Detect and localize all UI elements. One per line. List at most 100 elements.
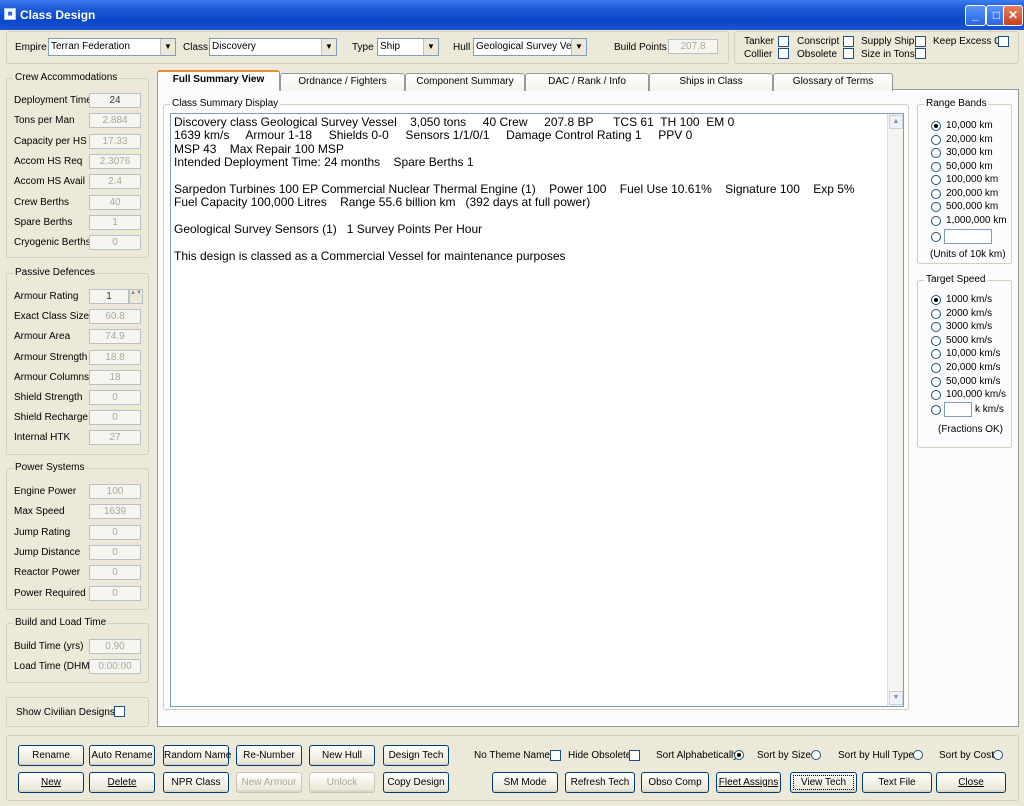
speed-custom-suffix: k km/s bbox=[975, 404, 1004, 415]
scroll-down-icon[interactable]: ▼ bbox=[889, 691, 903, 705]
speed-custom-radio[interactable] bbox=[931, 405, 941, 415]
tab-dac-rank-info[interactable]: DAC / Rank / Info bbox=[525, 73, 649, 91]
summary-line: 1639 km/s Armour 1-18 Shields 0-0 Sensor… bbox=[174, 128, 693, 143]
re-number-button[interactable]: Re-Number bbox=[236, 745, 302, 766]
field-deployment-time[interactable]: 24 bbox=[89, 93, 141, 108]
random-name-button[interactable]: Random Name bbox=[163, 745, 231, 766]
summary-line: Sarpedon Turbines 100 EP Commercial Nucl… bbox=[174, 181, 855, 196]
minimize-button[interactable]: _ bbox=[965, 5, 986, 26]
hide-obsolete-checkbox[interactable] bbox=[629, 750, 640, 761]
field-label-shield-recharge: Shield Recharge bbox=[14, 412, 88, 424]
speed-radio-50-000-km-s[interactable] bbox=[931, 376, 941, 387]
field-cryogenic-berths: 0 bbox=[89, 235, 141, 251]
range-radio-100-000-km[interactable] bbox=[931, 175, 941, 185]
field-label-accom-hs-req: Accom HS Req bbox=[14, 155, 83, 167]
show-civilian-checkbox[interactable] bbox=[114, 706, 125, 717]
rename-button[interactable]: Rename bbox=[18, 745, 84, 766]
speed-radio-20-000-km-s[interactable] bbox=[931, 363, 941, 373]
refresh-tech-button[interactable]: Refresh Tech bbox=[565, 772, 635, 793]
range-option-label: 20,000 km bbox=[946, 133, 993, 145]
empire-label: Empire bbox=[15, 42, 47, 53]
field-spare-berths: 1 bbox=[89, 214, 141, 230]
tanker-checkbox[interactable] bbox=[778, 36, 789, 47]
power-group-title: Power Systems bbox=[13, 462, 87, 473]
speed-custom-input[interactable] bbox=[944, 402, 972, 417]
summary-scrollbar[interactable]: ▲ ▼ bbox=[887, 114, 903, 706]
no-theme-name-checkbox[interactable] bbox=[550, 750, 561, 761]
tab-component-summary[interactable]: Component Summary bbox=[405, 73, 525, 91]
field-shield-recharge: 0 bbox=[89, 410, 141, 426]
summary-line bbox=[174, 170, 900, 183]
hull-select[interactable]: Geological Survey Vess ▼ bbox=[473, 38, 587, 56]
range-radio-50-000-km[interactable] bbox=[931, 161, 941, 172]
range-custom-input[interactable] bbox=[944, 229, 992, 244]
obsolete-checkbox[interactable] bbox=[843, 48, 854, 59]
field-power-required: 0 bbox=[89, 585, 141, 601]
armour-spinner-icon[interactable]: ▲▼ bbox=[129, 289, 143, 304]
range-custom-radio[interactable] bbox=[931, 232, 941, 242]
class-summary-text[interactable]: Discovery class Geological Survey Vessel… bbox=[170, 113, 904, 707]
tab-glossary-of-terms[interactable]: Glossary of Terms bbox=[773, 73, 893, 91]
speed-option-label: 2000 km/s bbox=[946, 307, 993, 319]
tab-ordnance-fighters[interactable]: Ordnance / Fighters bbox=[280, 73, 405, 91]
speed-radio-5000-km-s[interactable] bbox=[931, 335, 941, 346]
summary-line: Geological Survey Sensors (1) 1 Survey P… bbox=[174, 222, 483, 237]
range-radio-20-000-km[interactable] bbox=[931, 134, 941, 145]
sm-mode-button[interactable]: SM Mode bbox=[492, 772, 558, 793]
range-units-note: (Units of 10k km) bbox=[930, 249, 1006, 260]
field-label-armour-columns: Armour Columns bbox=[14, 371, 90, 383]
speed-radio-2000-km-s[interactable] bbox=[931, 308, 941, 319]
sort-by-cost-radio[interactable] bbox=[993, 750, 1003, 760]
tab-ships-in-class[interactable]: Ships in Class bbox=[649, 73, 773, 91]
range-option-label: 1,000,000 km bbox=[946, 214, 1007, 226]
field-label-armour-area: Armour Area bbox=[14, 331, 71, 343]
range-radio-200-000-km[interactable] bbox=[931, 188, 941, 199]
tab-full-summary-view[interactable]: Full Summary View bbox=[157, 70, 280, 91]
range-radio-30-000-km[interactable] bbox=[931, 148, 941, 158]
field-label-crew-berths: Crew Berths bbox=[14, 196, 70, 208]
sort-by-size-radio[interactable] bbox=[811, 750, 821, 760]
sort-alphabetically-radio[interactable] bbox=[734, 750, 744, 760]
speed-radio-1000-km-s[interactable] bbox=[931, 295, 941, 305]
view-tech-button[interactable]: View Tech bbox=[790, 772, 857, 793]
class-select[interactable]: Discovery ▼ bbox=[209, 38, 337, 56]
npr-class-button[interactable]: NPR Class bbox=[163, 772, 229, 793]
build-points-field: 207.8 bbox=[668, 39, 718, 54]
new-hull-button[interactable]: New Hull bbox=[309, 745, 375, 766]
copy-design-button[interactable]: Copy Design bbox=[383, 772, 449, 793]
empire-select[interactable]: Terran Federation ▼ bbox=[48, 38, 176, 56]
fleet-assigns-button[interactable]: Fleet Assigns bbox=[716, 772, 781, 793]
size-in-tons-checkbox[interactable] bbox=[915, 48, 926, 59]
design-tech-button[interactable]: Design Tech bbox=[383, 745, 449, 766]
field-label-armour-strength: Armour Strength bbox=[14, 351, 88, 363]
keep-excess-q-checkbox[interactable] bbox=[998, 36, 1009, 47]
new-button[interactable]: New bbox=[18, 772, 84, 793]
summary-line: This design is classed as a Commercial V… bbox=[174, 248, 566, 263]
type-select[interactable]: Ship ▼ bbox=[377, 38, 439, 56]
field-label-internal-htk: Internal HTK bbox=[14, 432, 71, 444]
auto-rename-button[interactable]: Auto Rename bbox=[89, 745, 155, 766]
conscript-checkbox[interactable] bbox=[843, 36, 854, 47]
close-button[interactable]: Close bbox=[936, 772, 1006, 793]
option-label-no-theme-name: No Theme Name bbox=[474, 750, 550, 761]
range-radio-500-000-km[interactable] bbox=[931, 202, 941, 212]
supply-ship-checkbox[interactable] bbox=[915, 36, 926, 47]
scroll-up-icon[interactable]: ▲ bbox=[889, 115, 903, 129]
field-armour-rating[interactable]: 1 bbox=[89, 289, 129, 304]
collier-checkbox[interactable] bbox=[778, 48, 789, 59]
close-window-button[interactable]: ✕ bbox=[1003, 5, 1023, 26]
sort-by-hull-type-radio[interactable] bbox=[913, 750, 923, 760]
obso-comp-button[interactable]: Obso Comp bbox=[641, 772, 709, 793]
range-option-label: 200,000 km bbox=[946, 187, 999, 199]
field-jump-rating: 0 bbox=[89, 524, 141, 540]
field-label-capacity-per-hs: Capacity per HS bbox=[14, 135, 87, 147]
speed-option-label: 100,000 km/s bbox=[946, 389, 1007, 401]
target-speed-title: Target Speed bbox=[924, 274, 988, 285]
field-shield-strength: 0 bbox=[89, 390, 141, 405]
range-radio-10-000-km[interactable] bbox=[931, 121, 941, 131]
delete-button[interactable]: Delete bbox=[89, 772, 155, 793]
crew-group-title: Crew Accommodations bbox=[13, 72, 120, 83]
summary-line bbox=[174, 237, 900, 250]
text-file-button[interactable]: Text File bbox=[862, 772, 932, 793]
range-radio-1-000-000-km[interactable] bbox=[931, 215, 941, 226]
